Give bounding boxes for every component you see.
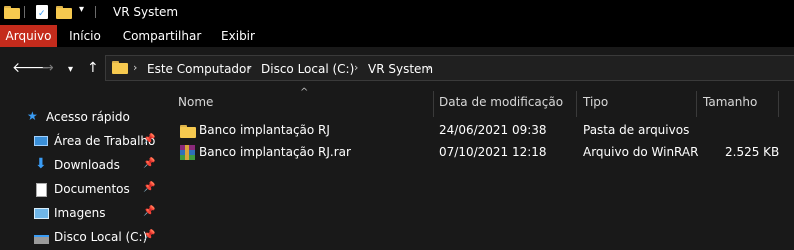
window-title: VR System	[113, 5, 179, 19]
column-separator[interactable]	[576, 91, 577, 117]
desktop-icon	[34, 136, 48, 146]
list-item[interactable]: Banco implantação RJ.rar 07/10/2021 12:1…	[176, 142, 794, 164]
new-folder-icon[interactable]	[56, 6, 72, 19]
forward-arrow-icon[interactable]: →	[42, 60, 54, 76]
column-header-data[interactable]: Data de modificação	[439, 95, 563, 109]
nav-item-documentos[interactable]: Documentos 📌	[0, 178, 160, 202]
separator	[95, 6, 96, 18]
breadcrumb-este-computador[interactable]: Este Computador	[147, 62, 251, 76]
nav-item-area-de-trabalho[interactable]: Área de Trabalho 📌	[0, 130, 160, 154]
file-type: Arquivo do WinRAR	[583, 145, 699, 159]
list-item[interactable]: Banco implantação RJ 24/06/2021 09:38 Pa…	[176, 120, 794, 142]
column-separator[interactable]	[433, 91, 434, 117]
folder-icon	[112, 61, 128, 74]
recent-locations-chevron-icon[interactable]: ▾	[68, 62, 73, 78]
chevron-right-icon[interactable]: ›	[133, 61, 137, 74]
file-list: ^ Nome Data de modificação Tipo Tamanho	[160, 87, 794, 248]
chevron-down-icon[interactable]: ▾	[79, 4, 84, 15]
breadcrumb-vr-system[interactable]: VR System	[368, 62, 433, 76]
breadcrumb-disco-local[interactable]: Disco Local (C:)	[261, 62, 354, 76]
file-size: 2.525 KB	[725, 145, 780, 159]
column-separator[interactable]	[778, 91, 779, 117]
title-bar: ✓ ▾ VR System	[0, 0, 794, 25]
column-header-tamanho[interactable]: Tamanho	[703, 95, 757, 109]
picture-icon	[34, 208, 49, 219]
pin-icon[interactable]: 📌	[143, 182, 155, 193]
document-icon	[36, 183, 47, 197]
tab-compartilhar[interactable]: Compartilhar	[117, 25, 207, 47]
nav-item-disco-local[interactable]: Disco Local (C:) 📌	[0, 226, 160, 250]
pin-icon[interactable]: 📌	[143, 134, 155, 145]
pin-icon[interactable]: 📌	[143, 158, 155, 169]
column-header-nome[interactable]: Nome	[178, 95, 213, 109]
navigation-pane: ★ Acesso rápido Área de Trabalho 📌 ⬇ Dow…	[0, 91, 160, 248]
download-arrow-icon: ⬇	[35, 156, 47, 172]
file-modified: 07/10/2021 12:18	[439, 145, 547, 159]
folder-icon	[180, 125, 196, 138]
nav-item-label: Disco Local (C:)	[54, 230, 148, 244]
nav-item-label: Área de Trabalho	[54, 134, 156, 148]
tab-inicio[interactable]: Início	[60, 25, 110, 47]
pin-icon[interactable]: 📌	[143, 206, 155, 217]
chevron-right-icon[interactable]: ›	[427, 61, 431, 74]
column-header-tipo[interactable]: Tipo	[583, 95, 608, 109]
file-type: Pasta de arquivos	[583, 123, 690, 137]
nav-item-label: Acesso rápido	[46, 110, 130, 124]
nav-item-label: Downloads	[54, 158, 120, 172]
nav-item-downloads[interactable]: ⬇ Downloads 📌	[0, 154, 160, 178]
nav-item-label: Documentos	[54, 182, 130, 196]
up-arrow-icon[interactable]: ↑	[87, 60, 99, 76]
nav-item-label: Imagens	[54, 206, 106, 220]
star-icon: ★	[27, 109, 38, 123]
winrar-archive-icon	[180, 145, 195, 160]
nav-item-acesso-rapido[interactable]: ★ Acesso rápido	[0, 106, 160, 130]
file-name: Banco implantação RJ	[199, 123, 330, 137]
navigation-bar: 🡐 → ▾ ↑ › Este Computador › Disco Local …	[0, 47, 794, 91]
column-separator[interactable]	[696, 91, 697, 117]
chevron-right-icon[interactable]: ›	[354, 61, 358, 74]
ribbon-tabs: Arquivo Início Compartilhar Exibir	[0, 25, 794, 47]
pin-icon[interactable]: 📌	[143, 230, 155, 241]
chevron-right-icon[interactable]: ›	[247, 61, 251, 74]
sort-ascending-icon: ^	[300, 87, 309, 98]
tab-arquivo[interactable]: Arquivo	[0, 25, 57, 47]
file-name: Banco implantação RJ.rar	[199, 145, 351, 159]
tab-exibir[interactable]: Exibir	[213, 25, 263, 47]
properties-icon[interactable]: ✓	[36, 5, 48, 19]
nav-item-imagens[interactable]: Imagens 📌	[0, 202, 160, 226]
file-modified: 24/06/2021 09:38	[439, 123, 547, 137]
address-bar[interactable]: › Este Computador › Disco Local (C:) › V…	[105, 55, 794, 81]
separator	[24, 6, 25, 18]
folder-icon	[4, 6, 20, 19]
drive-icon	[34, 235, 49, 244]
